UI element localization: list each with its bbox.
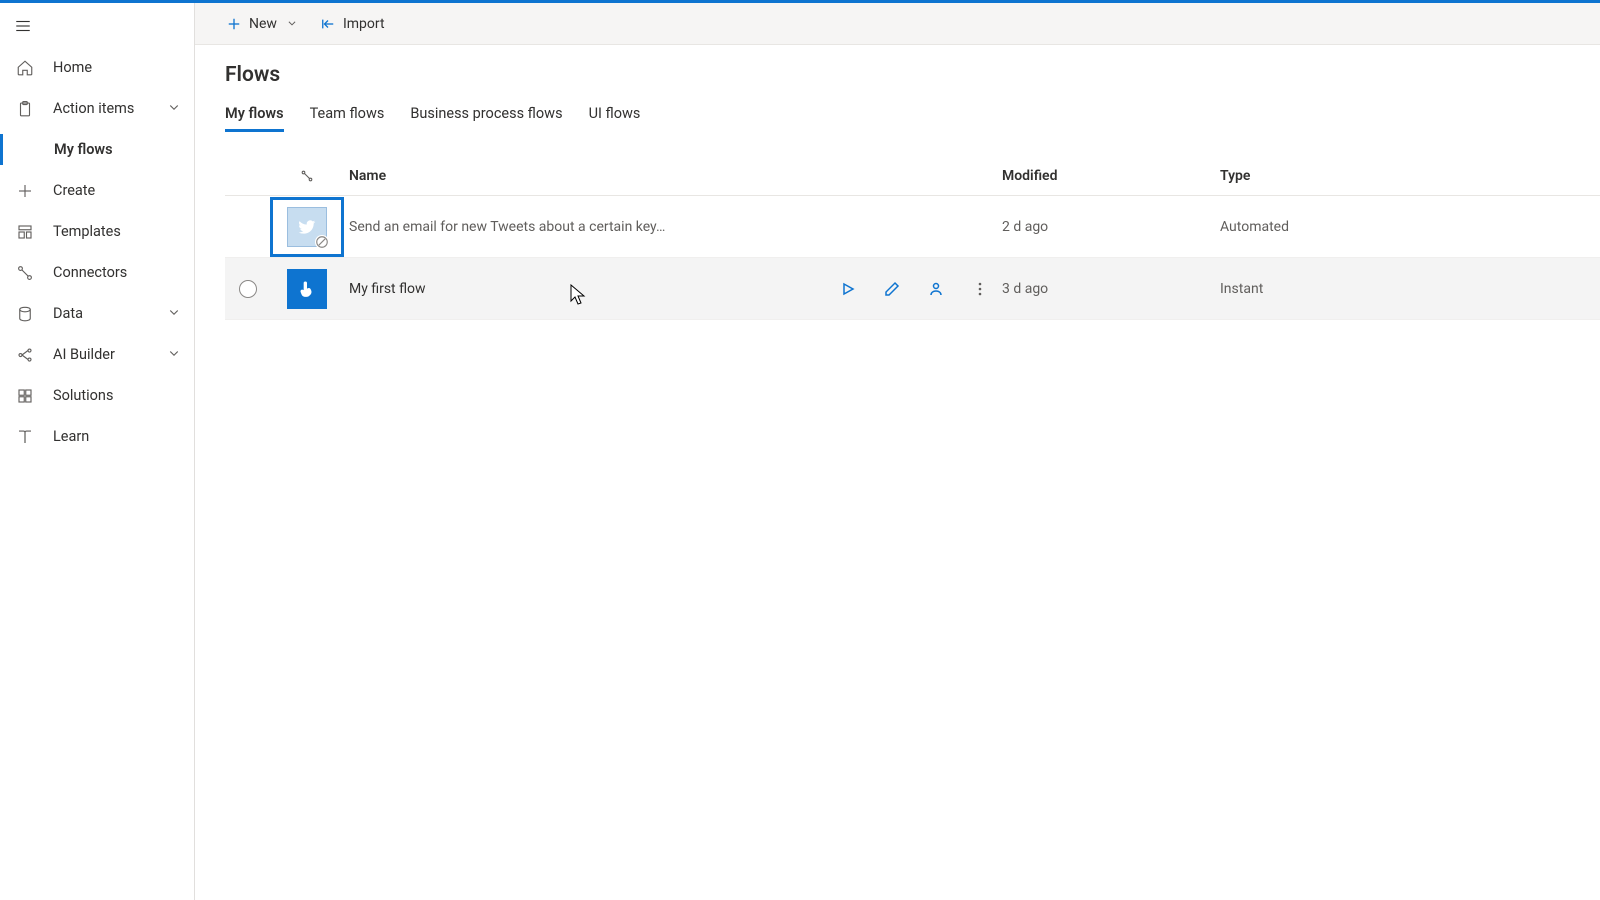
new-label: New xyxy=(249,16,277,32)
sidebar-item-my-flows[interactable]: My flows xyxy=(0,129,194,170)
page-title: Flows xyxy=(225,63,1600,87)
chevron-down-icon xyxy=(168,346,180,363)
data-icon xyxy=(15,304,35,324)
run-button[interactable] xyxy=(838,279,858,299)
sidebar-item-label: Action items xyxy=(53,100,134,117)
sidebar-item-label: Solutions xyxy=(53,387,113,404)
row-select-radio[interactable] xyxy=(239,280,257,298)
flow-modified: 3 d ago xyxy=(1002,281,1220,297)
connectors-icon xyxy=(15,263,35,283)
touch-icon xyxy=(297,279,317,299)
edit-button[interactable] xyxy=(882,279,902,299)
tab-ui-flows[interactable]: UI flows xyxy=(589,99,641,132)
tab-label: Team flows xyxy=(310,105,385,122)
command-bar: New Import xyxy=(195,3,1600,45)
sidebar-item-create[interactable]: Create xyxy=(0,170,194,211)
tabs: My flows Team flows Business process flo… xyxy=(225,99,1600,132)
sidebar-item-action-items[interactable]: Action items xyxy=(0,88,194,129)
share-icon xyxy=(928,281,944,297)
column-name[interactable]: Name xyxy=(343,168,1002,184)
sidebar-item-data[interactable]: Data xyxy=(0,293,194,334)
flow-type: Automated xyxy=(1220,219,1600,235)
flow-type-icon-column[interactable] xyxy=(271,169,343,183)
learn-icon xyxy=(15,427,35,447)
sidebar: Home Action items My flows Create Templa xyxy=(0,3,195,900)
sidebar-item-learn[interactable]: Learn xyxy=(0,416,194,457)
plus-icon xyxy=(227,17,241,31)
new-button[interactable]: New xyxy=(215,3,309,44)
more-button[interactable] xyxy=(970,279,990,299)
home-icon xyxy=(15,58,35,78)
tab-label: UI flows xyxy=(589,105,641,122)
row-actions xyxy=(838,279,990,299)
sidebar-item-label: Data xyxy=(53,305,83,322)
hamburger-button[interactable] xyxy=(0,5,194,47)
share-button[interactable] xyxy=(926,279,946,299)
sidebar-item-label: Home xyxy=(53,59,92,76)
table-row[interactable]: My first flow xyxy=(225,258,1600,320)
tab-business-process-flows[interactable]: Business process flows xyxy=(410,99,562,132)
table-row[interactable]: Send an email for new Tweets about a cer… xyxy=(225,196,1600,258)
sidebar-item-label: My flows xyxy=(54,141,113,158)
warning-badge-icon xyxy=(315,235,329,249)
flow-name[interactable]: My first flow xyxy=(349,281,426,297)
import-button[interactable]: Import xyxy=(309,3,397,44)
sidebar-item-label: AI Builder xyxy=(53,346,115,363)
column-modified[interactable]: Modified xyxy=(1002,168,1220,184)
play-icon xyxy=(840,281,856,297)
chevron-down-icon xyxy=(168,305,180,322)
tab-label: Business process flows xyxy=(410,105,562,122)
tab-label: My flows xyxy=(225,105,284,122)
sidebar-item-connectors[interactable]: Connectors xyxy=(0,252,194,293)
import-label: Import xyxy=(343,16,385,32)
table-header: Name Modified Type xyxy=(225,156,1600,196)
flow-type: Instant xyxy=(1220,281,1600,297)
tab-my-flows[interactable]: My flows xyxy=(225,99,284,132)
sidebar-item-label: Templates xyxy=(53,223,121,240)
import-icon xyxy=(321,17,335,31)
sidebar-item-label: Create xyxy=(53,182,95,199)
chevron-down-icon xyxy=(287,16,297,32)
more-vertical-icon xyxy=(972,281,988,297)
templates-icon xyxy=(15,222,35,242)
sidebar-item-solutions[interactable]: Solutions xyxy=(0,375,194,416)
flow-modified: 2 d ago xyxy=(1002,219,1220,235)
flow-name[interactable]: Send an email for new Tweets about a cer… xyxy=(349,219,665,235)
clipboard-icon xyxy=(15,99,35,119)
sidebar-item-home[interactable]: Home xyxy=(0,47,194,88)
column-type[interactable]: Type xyxy=(1220,168,1600,184)
plus-icon xyxy=(15,181,35,201)
pencil-icon xyxy=(884,281,900,297)
sidebar-item-label: Learn xyxy=(53,428,89,445)
ai-builder-icon xyxy=(15,345,35,365)
chevron-down-icon xyxy=(168,100,180,117)
sidebar-item-label: Connectors xyxy=(53,264,127,281)
tab-team-flows[interactable]: Team flows xyxy=(310,99,385,132)
main-content: New Import Flows My flows Team flows Bus… xyxy=(195,3,1600,900)
solutions-icon xyxy=(15,386,35,406)
hamburger-icon xyxy=(14,17,32,35)
flow-thumb-twitter xyxy=(287,207,327,247)
twitter-icon xyxy=(297,217,317,237)
sidebar-item-templates[interactable]: Templates xyxy=(0,211,194,252)
sidebar-item-ai-builder[interactable]: AI Builder xyxy=(0,334,194,375)
flow-thumb-button xyxy=(287,269,327,309)
flows-table: Name Modified Type xyxy=(225,156,1600,320)
